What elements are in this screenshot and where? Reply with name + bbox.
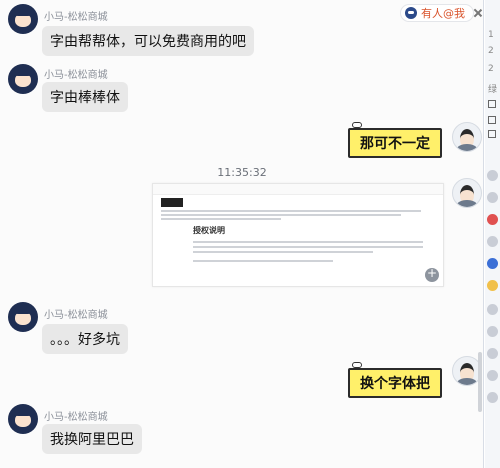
- zoom-in-icon[interactable]: [425, 266, 439, 282]
- checkbox-icon[interactable]: [488, 130, 496, 138]
- avatar[interactable]: [8, 302, 38, 332]
- avatar[interactable]: [487, 258, 498, 269]
- mention-banner[interactable]: 有人@我: [400, 4, 474, 22]
- sender-name: 小马-松松商城: [44, 310, 108, 321]
- avatar[interactable]: [487, 326, 498, 337]
- text-line: [193, 251, 373, 253]
- side-panel-strip: 1 2 2 绿: [485, 0, 500, 468]
- avatar[interactable]: [487, 392, 498, 403]
- message-bubble[interactable]: 。。。好多坑: [42, 324, 128, 354]
- avatar[interactable]: [8, 404, 38, 434]
- avatar[interactable]: [487, 370, 498, 381]
- text-line: [193, 241, 423, 243]
- avatar[interactable]: [487, 214, 498, 225]
- sender-name: 小马-松松商城: [44, 70, 108, 81]
- sender-name: 小马-松松商城: [44, 12, 108, 23]
- text-line: [193, 246, 423, 248]
- sidebar-glyph: 2: [488, 64, 494, 74]
- avatar[interactable]: [487, 236, 498, 247]
- image-heading: 授权说明: [193, 226, 225, 235]
- message-bubble[interactable]: 我换阿里巴巴: [42, 424, 142, 454]
- text-line: [193, 260, 333, 262]
- text-line: [161, 210, 421, 212]
- chat-panel: 有人@我 小马-松松商城 字由帮帮体，可以免费商用的吧 小马-松松商城 字由棒棒…: [0, 0, 484, 468]
- message-bubble[interactable]: 换个字体把: [348, 368, 442, 398]
- text-line: [161, 214, 401, 216]
- scrollbar-thumb[interactable]: [478, 352, 482, 412]
- avatar[interactable]: [487, 170, 498, 181]
- image-topbar: [153, 184, 443, 195]
- avatar[interactable]: [487, 192, 498, 203]
- checkbox-icon[interactable]: [488, 100, 496, 108]
- message-bubble[interactable]: 字由棒棒体: [42, 82, 128, 112]
- message-bubble[interactable]: 字由帮帮体，可以免费商用的吧: [42, 26, 254, 56]
- avatar[interactable]: [452, 178, 482, 208]
- sidebar-glyph: 1: [488, 30, 494, 40]
- timestamp: 11:35:32: [217, 166, 267, 179]
- avatar[interactable]: [487, 304, 498, 315]
- text-line: [161, 218, 281, 220]
- avatar[interactable]: [8, 64, 38, 94]
- message-bubble[interactable]: 那可不一定: [348, 128, 442, 158]
- sender-name: 小马-松松商城: [44, 412, 108, 423]
- avatar[interactable]: [8, 4, 38, 34]
- avatar[interactable]: [487, 280, 498, 291]
- avatar[interactable]: [452, 122, 482, 152]
- sidebar-glyph: 绿: [488, 85, 498, 95]
- close-icon[interactable]: [474, 9, 482, 17]
- avatar[interactable]: [487, 348, 498, 359]
- checkbox-icon[interactable]: [488, 116, 496, 124]
- mention-text: 有人@我: [421, 7, 465, 20]
- user-icon: [405, 7, 417, 19]
- sidebar-glyph: 2: [488, 46, 494, 56]
- image-message[interactable]: 授权说明: [152, 183, 444, 287]
- image-logo: [161, 198, 183, 207]
